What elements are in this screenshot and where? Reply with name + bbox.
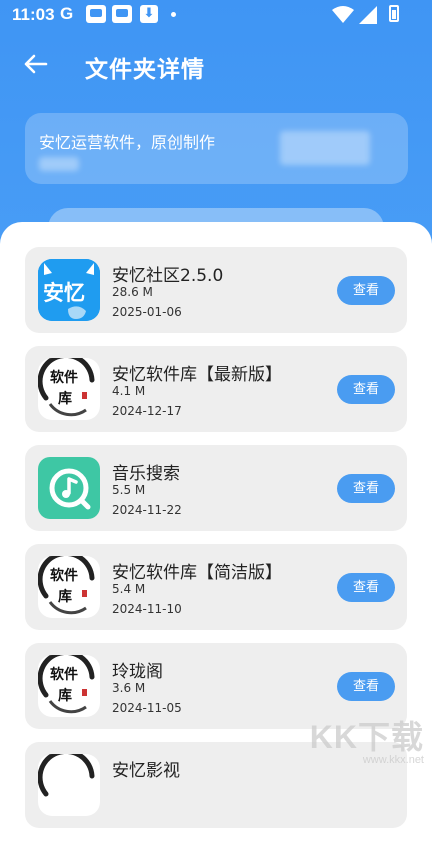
view-button[interactable]: 查看 [337,375,395,404]
blurred-text [280,131,370,165]
item-name: 音乐搜索 [112,464,180,484]
item-name: 安忆软件库【简洁版】 [112,563,282,583]
item-size: 4.1 M [112,384,146,398]
signal-icon [359,6,377,24]
software-lib-icon: 软件 库 [38,556,100,618]
item-date: 2024-11-22 [112,503,182,517]
item-size: 5.4 M [112,582,146,596]
view-button[interactable]: 查看 [337,573,395,602]
item-date: 2024-11-10 [112,602,182,616]
software-lib-icon [38,754,100,816]
item-size: 3.6 M [112,681,146,695]
status-time: 11:03 [12,5,55,24]
anyi-icon: 安忆 [38,259,100,321]
notification-dot-icon [171,12,176,17]
list-item[interactable]: 音乐搜索 5.5 M 2024-11-22 查看 [25,445,407,531]
calligraphy-text: 库 [58,391,72,407]
watermark: KK下载 www.kkx.net [310,712,424,766]
item-size: 28.6 M [112,285,153,299]
calligraphy-text: 软件 [50,667,78,683]
list-item[interactable]: 安忆 安忆社区2.5.0 28.6 M 2025-01-06 查看 [25,247,407,333]
music-search-icon [38,457,100,519]
calligraphy-text: 软件 [50,568,78,584]
item-date: 2025-01-06 [112,305,182,319]
folder-description-card: 安忆运营软件，原创制作 [25,113,408,184]
item-name: 安忆社区2.5.0 [112,266,224,286]
calligraphy-text: 库 [58,589,72,605]
view-button[interactable]: 查看 [337,672,395,701]
app-notification-icon [86,5,106,23]
software-lib-icon: 软件 库 [38,655,100,717]
view-button[interactable]: 查看 [337,276,395,305]
item-size: 5.5 M [112,483,146,497]
status-bar: 11:03 G ⬇ [0,0,432,30]
wifi-icon [332,6,354,23]
item-name: 安忆影视 [112,761,180,781]
list-item[interactable]: 软件 库 安忆软件库【最新版】 4.1 M 2024-12-17 查看 [25,346,407,432]
battery-icon [389,5,399,22]
music-note-icon [49,468,91,510]
folder-description: 安忆运营软件，原创制作 [39,133,216,152]
item-name: 玲珑阁 [112,662,163,682]
software-lib-icon: 软件 库 [38,358,100,420]
watermark-url: www.kkx.net [362,754,424,766]
arrow-left-icon [24,54,48,74]
item-date: 2024-11-05 [112,701,182,715]
anyi-icon-text: 安忆 [43,281,85,305]
page-title: 文件夹详情 [85,57,205,83]
view-button[interactable]: 查看 [337,474,395,503]
watermark-logo: KK下载 [309,719,424,755]
download-icon: ⬇ [140,5,158,23]
back-button[interactable] [20,48,52,80]
google-icon: G [60,4,74,23]
app-notification-icon [112,5,132,23]
item-date: 2024-12-17 [112,404,182,418]
list-item[interactable]: 软件 库 安忆软件库【简洁版】 5.4 M 2024-11-10 查看 [25,544,407,630]
item-name: 安忆软件库【最新版】 [112,365,282,385]
ink-circle-icon [38,754,98,814]
blurred-text [39,157,79,171]
calligraphy-text: 库 [58,688,72,704]
calligraphy-text: 软件 [50,370,78,386]
